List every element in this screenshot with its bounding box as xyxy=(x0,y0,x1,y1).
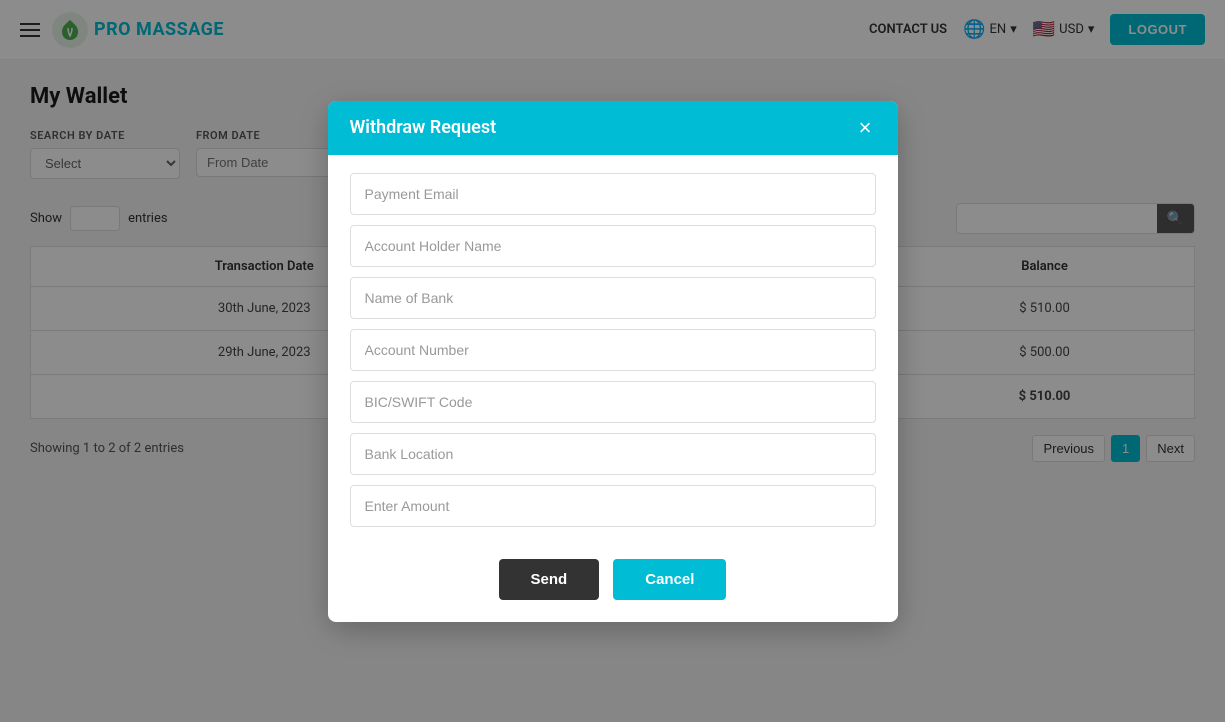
bic-swift-input[interactable] xyxy=(350,381,876,423)
bank-location-input[interactable] xyxy=(350,433,876,475)
modal-overlay: Withdraw Request × Send Cancel xyxy=(0,0,1225,722)
modal-close-button[interactable]: × xyxy=(855,117,876,139)
modal-header: Withdraw Request × xyxy=(328,101,898,155)
withdraw-modal: Withdraw Request × Send Cancel xyxy=(328,101,898,622)
account-number-input[interactable] xyxy=(350,329,876,371)
name-of-bank-input[interactable] xyxy=(350,277,876,319)
modal-title: Withdraw Request xyxy=(350,117,497,138)
enter-amount-input[interactable] xyxy=(350,485,876,527)
modal-footer: Send Cancel xyxy=(328,549,898,622)
modal-body xyxy=(328,155,898,549)
payment-email-input[interactable] xyxy=(350,173,876,215)
send-button[interactable]: Send xyxy=(499,559,600,600)
cancel-button[interactable]: Cancel xyxy=(613,559,726,600)
account-holder-name-input[interactable] xyxy=(350,225,876,267)
